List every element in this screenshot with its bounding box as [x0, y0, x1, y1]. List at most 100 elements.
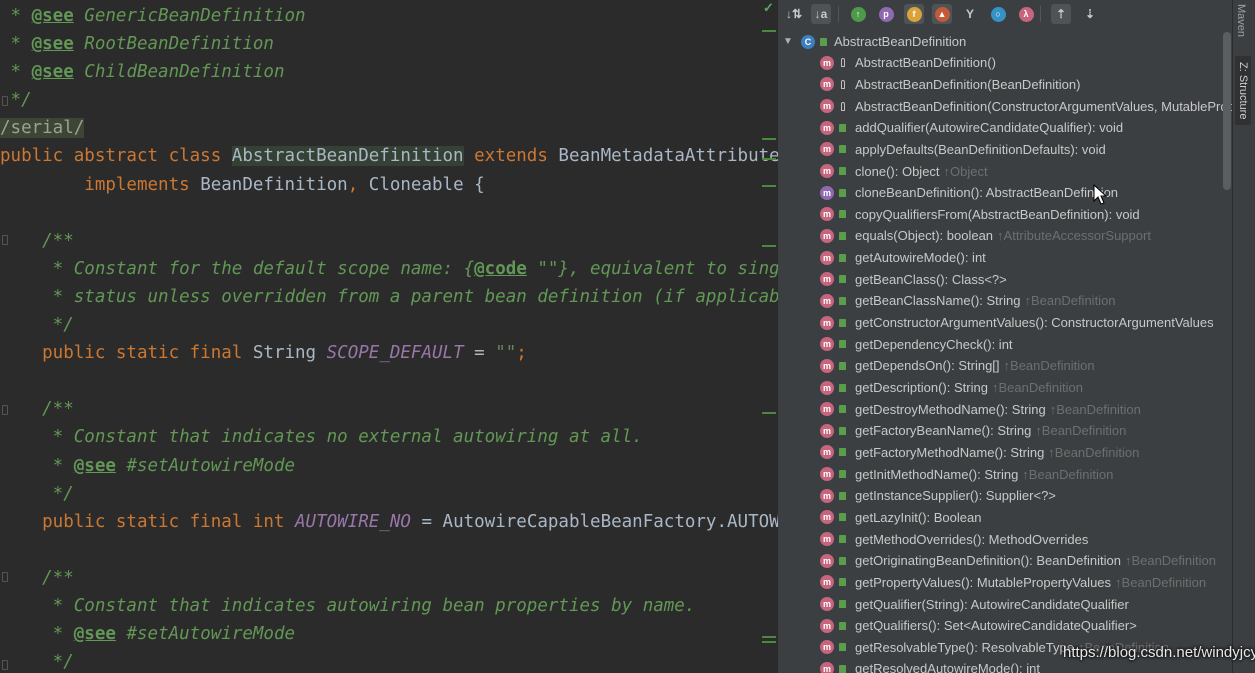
code-line[interactable]: * @see #setAutowireMode	[0, 452, 778, 480]
public-visibility-icon	[837, 620, 848, 632]
code-line[interactable]: public abstract class AbstractBeanDefini…	[0, 142, 778, 170]
sort-by-visibility-button[interactable]: ↓⇅	[784, 4, 804, 24]
member-row[interactable]: m getDestroyMethodName(): String ↑BeanDefi…	[778, 398, 1232, 420]
sort-alphabetically-button[interactable]: ↓a	[811, 4, 831, 24]
inherited-from-label: ↑Object	[943, 163, 988, 179]
member-row[interactable]: m copyQualifiersFrom(AbstractBeanDefiniti…	[778, 204, 1232, 226]
member-row[interactable]: m getMethodOverrides(): MethodOverrides	[778, 528, 1232, 550]
member-row[interactable]: m getLazyInit(): Boolean	[778, 507, 1232, 529]
show-lambdas-button[interactable]: Y	[960, 4, 980, 24]
code-token: GenericBeanDefinition	[73, 6, 306, 26]
tree-root-class[interactable]: ▼ C AbstractBeanDefinition	[778, 31, 1232, 52]
show-lambda-button[interactable]: λ	[1016, 4, 1036, 24]
method-icon: m	[820, 402, 834, 417]
member-row[interactable]: m getQualifiers(): Set<AutowireCandidateQ…	[778, 615, 1232, 637]
show-inherited-button[interactable]: ↑	[848, 4, 868, 24]
inherited-from-label: ↑BeanDefinition	[1049, 401, 1141, 417]
member-row[interactable]: m getOriginatingBeanDefinition(): BeanDef…	[778, 550, 1232, 572]
code-line[interactable]: */	[0, 86, 778, 114]
code-token: @see	[73, 624, 116, 645]
public-visibility-icon	[837, 295, 848, 307]
member-row[interactable]: m getPropertyValues(): MutablePropertyVal…	[778, 572, 1232, 594]
member-row[interactable]: m getDependsOn(): String[] ↑BeanDefinition	[778, 355, 1232, 377]
method-icon: m	[820, 55, 834, 70]
show-lambdas-icon: Y	[965, 7, 974, 21]
public-visibility-icon	[837, 490, 848, 502]
public-visibility-icon	[837, 230, 848, 242]
protected-visibility-icon	[837, 78, 848, 90]
code-line[interactable]: implements BeanDefinition, Cloneable {	[0, 171, 778, 199]
member-row[interactable]: m getDependencyCheck(): int	[778, 333, 1232, 355]
structure-tree[interactable]: ▼ C AbstractBeanDefinition m AbstractBean…	[778, 30, 1232, 673]
code-line[interactable]: public static final int AUTOWIRE_NO = Au…	[0, 508, 778, 536]
member-signature: cloneBeanDefinition(): AbstractBeanDefin…	[855, 185, 1119, 201]
member-row[interactable]: m getFactoryMethodName(): String ↑BeanDefi…	[778, 442, 1232, 464]
member-row[interactable]: m addQualifier(AutowireCandidateQualifier…	[778, 117, 1232, 139]
member-row[interactable]: m clone(): Object ↑Object	[778, 160, 1232, 182]
inherited-from-label: ↑BeanDefinition	[1003, 358, 1095, 374]
show-lambda-icon: λ	[1018, 6, 1034, 22]
code-editor[interactable]: * @see GenericBeanDefinition * @see Root…	[0, 0, 778, 673]
show-properties-button[interactable]: p	[876, 4, 896, 24]
member-row[interactable]: m AbstractBeanDefinition(ConstructorArgum…	[778, 95, 1232, 117]
member-row[interactable]: m applyDefaults(BeanDefinitionDefaults): …	[778, 139, 1232, 161]
code-line[interactable]: /serial/	[0, 114, 778, 142]
member-row[interactable]: m getInstanceSupplier(): Supplier<?>	[778, 485, 1232, 507]
code-area[interactable]: * @see GenericBeanDefinition * @see Root…	[0, 2, 778, 673]
public-visibility-icon	[837, 555, 848, 567]
member-row[interactable]: m getBeanClassName(): String ↑BeanDefiniti…	[778, 290, 1232, 312]
code-line[interactable]: * @see #setAutowireMode	[0, 620, 778, 648]
code-line[interactable]: */	[0, 480, 778, 508]
structure-tab[interactable]: Z: Structure	[1235, 56, 1251, 126]
member-row[interactable]: m getQualifier(String): AutowireCandidate…	[778, 593, 1232, 615]
code-line[interactable]	[0, 199, 778, 227]
show-fields-button[interactable]: f	[904, 4, 924, 24]
change-marker	[762, 412, 776, 414]
code-line[interactable]: * @see ChildBeanDefinition	[0, 58, 778, 86]
public-visibility-icon	[837, 511, 848, 523]
inherited-from-label: ↑AttributeAccessorSupport	[997, 228, 1151, 244]
code-line[interactable]: * Constant that indicates no external au…	[0, 423, 778, 451]
public-visibility-icon	[837, 598, 848, 610]
collapse-arrow-icon[interactable]: ▼	[783, 36, 795, 47]
method-icon: m	[820, 77, 834, 92]
code-token: @see	[31, 62, 74, 83]
code-token: public static final int	[0, 511, 296, 532]
member-row[interactable]: m AbstractBeanDefinition(BeanDefinition)	[778, 74, 1232, 96]
code-line[interactable]: * status unless overridden from a parent…	[0, 283, 778, 311]
code-line[interactable]: * @see GenericBeanDefinition	[0, 2, 778, 30]
member-row[interactable]: m AbstractBeanDefinition()	[778, 52, 1232, 74]
member-row[interactable]: m cloneBeanDefinition(): AbstractBeanDefi…	[778, 182, 1232, 204]
change-marker	[762, 138, 776, 140]
show-non-public-button[interactable]: ▲	[932, 4, 952, 24]
change-marker	[762, 30, 776, 32]
member-row[interactable]: m getFactoryBeanName(): String ↑BeanDefini…	[778, 420, 1232, 442]
code-line[interactable]: /**	[0, 395, 778, 423]
code-line[interactable]: public static final String SCOPE_DEFAULT…	[0, 339, 778, 367]
code-line[interactable]	[0, 536, 778, 564]
member-row[interactable]: m getInitMethodName(): String ↑BeanDefinit…	[778, 463, 1232, 485]
structure-scrollbar[interactable]	[1223, 32, 1231, 190]
code-line[interactable]: * @see RootBeanDefinition	[0, 30, 778, 58]
public-visibility-icon	[837, 468, 848, 480]
autoscroll-to-source-icon: ⇡	[1055, 7, 1067, 21]
autoscroll-to-source-button[interactable]: ⇡	[1051, 4, 1071, 24]
protected-visibility-icon	[837, 57, 848, 69]
member-row[interactable]: m getDescription(): String ↑BeanDefinition	[778, 377, 1232, 399]
member-signature: getDependencyCheck(): int	[855, 336, 1013, 352]
code-line[interactable]: */	[0, 648, 778, 673]
member-row[interactable]: m getAutowireMode(): int	[778, 247, 1232, 269]
code-line[interactable]: * Constant for the default scope name: {…	[0, 255, 778, 283]
code-line[interactable]: /**	[0, 227, 778, 255]
member-row[interactable]: m getConstructorArgumentValues(): Constru…	[778, 312, 1232, 334]
member-row[interactable]: m getBeanClass(): Class<?>	[778, 269, 1232, 291]
method-icon: m	[820, 597, 834, 612]
show-anonymous-button[interactable]: ○	[988, 4, 1008, 24]
code-line[interactable]: */	[0, 311, 778, 339]
code-line[interactable]	[0, 367, 778, 395]
code-line[interactable]: * Constant that indicates autowiring bea…	[0, 592, 778, 620]
maven-tab[interactable]: Maven	[1235, 4, 1247, 37]
code-line[interactable]: /**	[0, 564, 778, 592]
member-row[interactable]: m equals(Object): boolean ↑AttributeAccess…	[778, 225, 1232, 247]
autoscroll-from-source-button[interactable]: ⇣	[1080, 4, 1100, 24]
